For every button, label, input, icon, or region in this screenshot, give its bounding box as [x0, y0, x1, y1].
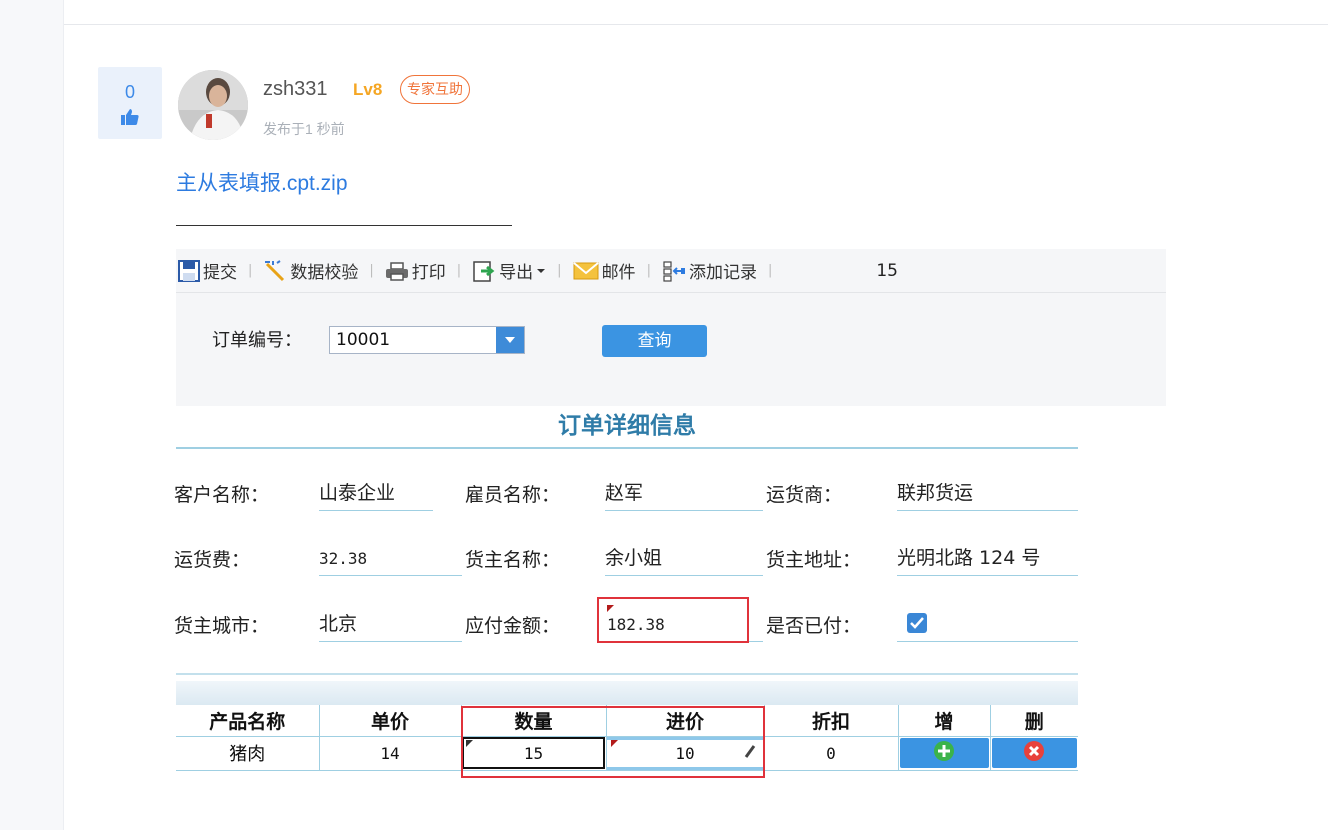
shipper-label: 运货商： — [766, 484, 843, 506]
export-icon — [472, 259, 496, 283]
formula-corner-icon — [610, 739, 618, 747]
submit-label: 提交 — [203, 263, 237, 283]
username[interactable]: zsh331 — [263, 77, 328, 101]
validate-label: 数据校验 — [290, 263, 359, 283]
customer-label: 客户名称： — [174, 484, 270, 506]
header-cost: 进价 — [606, 705, 765, 737]
cell-product[interactable]: 猪肉 — [176, 736, 320, 771]
customer-value[interactable]: 山泰企业 — [319, 480, 433, 511]
toolbar-separator: | — [646, 263, 651, 278]
attachment-link[interactable]: 主从表填报.cpt.zip — [176, 171, 348, 197]
print-button[interactable]: 打印 — [383, 256, 448, 286]
form-title: 订单详细信息 — [558, 413, 696, 439]
toolbar-separator: | — [456, 263, 462, 278]
order-number-label: 订单编号： — [212, 330, 302, 351]
like-button[interactable]: 0 — [98, 67, 162, 139]
parameter-panel: 订单编号： 10001 查询 — [176, 293, 1166, 406]
cell-qty-value: 15 — [523, 743, 544, 763]
cell-delete — [990, 736, 1078, 771]
left-rail — [0, 0, 64, 830]
grid-top-line — [176, 673, 1078, 675]
report-preview: 提交 | 数据校验 | 打印 | 导出 | 邮件 | 添加记录 | 15 订单编… — [174, 249, 1166, 779]
paid-label: 是否已付： — [766, 615, 862, 637]
cell-discount[interactable]: 0 — [764, 736, 899, 771]
add-row-icon — [662, 260, 686, 282]
order-number-value: 10001 — [336, 330, 391, 350]
toolbar-separator: | — [767, 263, 773, 278]
order-number-select[interactable]: 10001 — [329, 326, 525, 354]
city-value[interactable]: 北京 — [319, 611, 462, 642]
employee-value[interactable]: 赵军 — [605, 480, 763, 511]
save-icon — [178, 259, 200, 282]
header-price: 单价 — [319, 705, 462, 737]
close-circle-icon — [1023, 740, 1045, 766]
export-label: 导出 — [499, 263, 534, 283]
city-label: 货主城市： — [174, 615, 270, 637]
grid-header-band — [176, 681, 1078, 705]
toolbar-counter: 15 — [876, 260, 898, 281]
toolbar-separator: | — [557, 263, 562, 278]
add-record-button[interactable]: 添加记录 — [660, 256, 759, 286]
pencil-icon — [744, 744, 756, 763]
employee-label: 雇员名称： — [465, 484, 561, 506]
cell-qty[interactable]: 15 — [461, 736, 607, 771]
consignee-value[interactable]: 余小姐 — [605, 545, 763, 576]
add-row-button[interactable] — [899, 738, 989, 768]
cell-cost-value: 10 — [675, 743, 695, 763]
mail-label: 邮件 — [601, 263, 636, 283]
vote-count: 0 — [124, 82, 135, 102]
wand-icon — [263, 259, 287, 282]
user-level: Lv8 — [353, 80, 383, 99]
table-header-row: 产品名称 单价 数量 进价 折扣 增 删 — [176, 705, 1078, 737]
dropdown-arrow-icon[interactable] — [496, 327, 524, 353]
amount-label: 应付金额： — [465, 615, 561, 637]
freight-label: 运货费： — [174, 549, 251, 571]
checkmark-icon — [910, 614, 924, 633]
query-button[interactable]: 查询 — [602, 325, 707, 357]
header-delete: 删 — [990, 705, 1078, 737]
report-toolbar: 提交 | 数据校验 | 打印 | 导出 | 邮件 | 添加记录 | 15 — [176, 249, 1166, 293]
content-separator — [176, 225, 512, 226]
add-record-label: 添加记录 — [688, 263, 757, 283]
header-qty: 数量 — [461, 705, 607, 737]
caret-down-icon — [536, 267, 546, 275]
export-button[interactable]: 导出 — [470, 256, 548, 286]
header-discount: 折扣 — [764, 705, 899, 737]
header-add: 增 — [898, 705, 991, 737]
print-label: 打印 — [411, 263, 446, 283]
expert-badge: 专家互助 — [400, 75, 470, 104]
shipper-value[interactable]: 联邦货运 — [897, 480, 1078, 511]
mail-button[interactable]: 邮件 — [571, 256, 638, 286]
toolbar-separator: | — [248, 263, 253, 278]
amount-highlight-box — [597, 597, 749, 643]
thumbs-up-icon — [121, 109, 139, 130]
post-time: 发布于1 秒前 — [263, 121, 345, 137]
cell-corner-icon — [465, 739, 473, 747]
address-value[interactable]: 光明北路 124 号 — [897, 545, 1078, 576]
formula-corner-icon — [607, 605, 614, 612]
cell-add — [898, 736, 991, 771]
header-product: 产品名称 — [176, 705, 320, 737]
detail-table: 产品名称 单价 数量 进价 折扣 增 删 猪肉 14 15 10 0 — [176, 705, 1078, 771]
submit-button[interactable]: 提交 — [176, 256, 239, 286]
cell-cost[interactable]: 10 — [606, 736, 765, 771]
consignee-label: 货主名称： — [465, 549, 561, 571]
table-row: 猪肉 14 15 10 0 — [176, 736, 1078, 771]
top-divider — [64, 24, 1328, 25]
cell-price[interactable]: 14 — [319, 736, 462, 771]
mail-icon — [572, 261, 599, 281]
address-label: 货主地址： — [766, 549, 862, 571]
plus-circle-icon — [933, 740, 955, 766]
printer-icon — [385, 260, 409, 282]
freight-value[interactable]: 32.38 — [319, 545, 462, 576]
avatar[interactable] — [178, 70, 248, 140]
paid-checkbox[interactable] — [907, 613, 927, 633]
toolbar-separator: | — [369, 263, 374, 278]
validate-button[interactable]: 数据校验 — [261, 256, 360, 286]
delete-row-button[interactable] — [991, 738, 1077, 768]
title-underline — [176, 447, 1078, 449]
